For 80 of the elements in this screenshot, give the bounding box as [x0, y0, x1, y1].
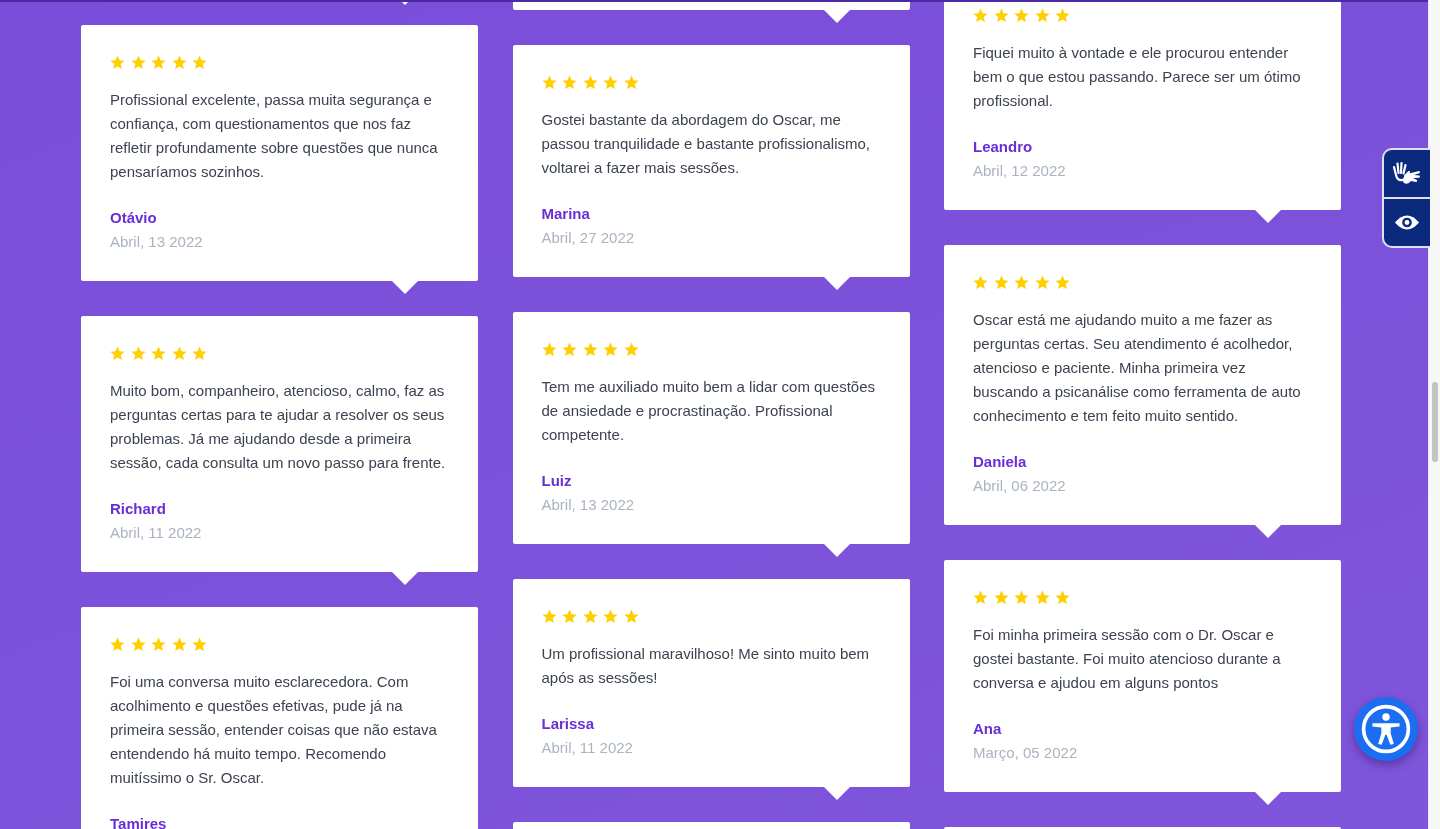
eye-icon: [1394, 214, 1420, 231]
review-date: Abril, 11 2022: [541, 738, 634, 758]
review-date: Abril, 13 2022: [110, 232, 204, 252]
star-icon: [151, 346, 166, 361]
star-icon: [623, 609, 639, 624]
star-icon: [623, 75, 639, 90]
speech-tail: [823, 10, 850, 23]
scrollbar[interactable]: [1428, 0, 1440, 829]
star-icon: [192, 346, 207, 361]
scrollbar-thumb[interactable]: [1432, 382, 1438, 462]
review-date: Abril, 11 2022: [110, 523, 203, 543]
review-date: Abril, 12 2022: [973, 161, 1067, 181]
reviewer-name: Leandro: [973, 137, 1034, 157]
star-icon: [1034, 590, 1050, 605]
star-icon: [973, 275, 988, 290]
star-icon: [1034, 275, 1050, 290]
star-icon: [130, 637, 146, 652]
accessibility-icon: [1361, 704, 1411, 754]
star-icon: [151, 55, 166, 70]
reviewer-name: Ana: [973, 719, 1003, 739]
reviewer-name: Otávio: [110, 208, 158, 228]
star-icon: [603, 609, 618, 624]
star-icon: [1055, 590, 1070, 605]
reviewer-name: Larissa: [541, 714, 596, 734]
star-icon: [582, 342, 598, 357]
star-icon: [623, 342, 639, 357]
star-icon: [110, 637, 125, 652]
star-icon: [192, 55, 207, 70]
speech-tail: [402, 2, 408, 5]
star-icon: [541, 342, 557, 357]
star-icon: [993, 590, 1009, 605]
star-icon: [171, 55, 187, 70]
reviewer-name: Luiz: [541, 471, 573, 491]
reviewer-name: Daniela: [973, 452, 1028, 472]
review-text: Fiquei muito à vontade e ele procurou entender bem o que estou passando. Parece ser um ótimo profissional.: [973, 43, 1302, 111]
review-text: Foi minha primeira sessão com o Dr. Oscar e gostei bastante. Foi muito atencioso durante a conversa e ajudou em alguns pontos: [973, 625, 1282, 693]
star-icon: [130, 55, 146, 70]
star-icon: [1034, 8, 1050, 23]
star-icon: [582, 609, 598, 624]
eye-button[interactable]: [1382, 198, 1430, 248]
review-text: Um profissional maravilhoso! Me sinto muito bem após as sessões!: [541, 644, 871, 688]
star-icon: [541, 609, 557, 624]
star-icon: [1014, 590, 1029, 605]
star-icon: [1014, 275, 1029, 290]
sign-language-button[interactable]: [1382, 148, 1430, 198]
star-icon: [110, 346, 125, 361]
review-text: Foi uma conversa muito esclarecedora. Com acolhimento e questões efetivas, pude já na primeira sessão, entender coisas que não estava entendendo há muito tempo. Recomendo muitíssimo o Sr. Oscar.: [110, 672, 438, 788]
star-icon: [582, 75, 598, 90]
hands-icon: [1392, 160, 1422, 187]
star-icon: [171, 346, 187, 361]
star-icon: [110, 55, 125, 70]
star-icon: [993, 275, 1009, 290]
star-icon: [562, 75, 577, 90]
star-icon: [171, 637, 187, 652]
review-date: Abril, 06 2022: [973, 476, 1067, 496]
star-icon: [562, 609, 577, 624]
review-text: Tem me auxiliado muito bem a lidar com questões de ansiedade e procrastinação. Profissional competente.: [541, 377, 876, 445]
star-icon: [562, 342, 577, 357]
review-date: Abril, 13 2022: [541, 495, 636, 515]
star-icon: [603, 75, 618, 90]
star-icon: [541, 75, 557, 90]
review-date: Abril, 27 2022: [541, 228, 636, 248]
star-icon: [1055, 275, 1070, 290]
star-icon: [1055, 8, 1070, 23]
reviewer-name: Richard: [110, 499, 167, 519]
star-icon: [130, 346, 146, 361]
reviewer-name: Marina: [541, 204, 591, 224]
review-date: Março, 05 2022: [973, 743, 1079, 763]
star-icon: [973, 590, 988, 605]
star-icon: [151, 637, 166, 652]
star-icon: [192, 637, 207, 652]
star-icon: [603, 342, 618, 357]
review-text: Profissional excelente, passa muita segurança e confiança, com questionamentos que nos faz refletir profundamente sobre questões que nunca pensaríamos sozinhos.: [110, 90, 439, 182]
review-text: Oscar está me ajudando muito a me fazer as perguntas certas. Seu atendimento é acolhedor, atencioso e paciente. Minha primeira vez buscando a psicanálise como ferramenta de auto conhecimento e tem feito muito sentido.: [973, 310, 1302, 426]
review-text: Gostei bastante da abordagem do Oscar, me passou tranquilidade e bastante profissionalismo, voltarei a fazer mais sessões.: [541, 110, 872, 178]
review-text: Muito bom, companheiro, atencioso, calmo, faz as perguntas certas para te ajudar a resolver os seus problemas. Já me ajudando desde a primeira sessão, cada consulta um novo passo para frente.: [110, 381, 447, 473]
reviewer-name: Tamires: [110, 814, 168, 829]
star-icon: [1014, 8, 1029, 23]
star-icon: [973, 8, 988, 23]
star-icon: [993, 8, 1009, 23]
